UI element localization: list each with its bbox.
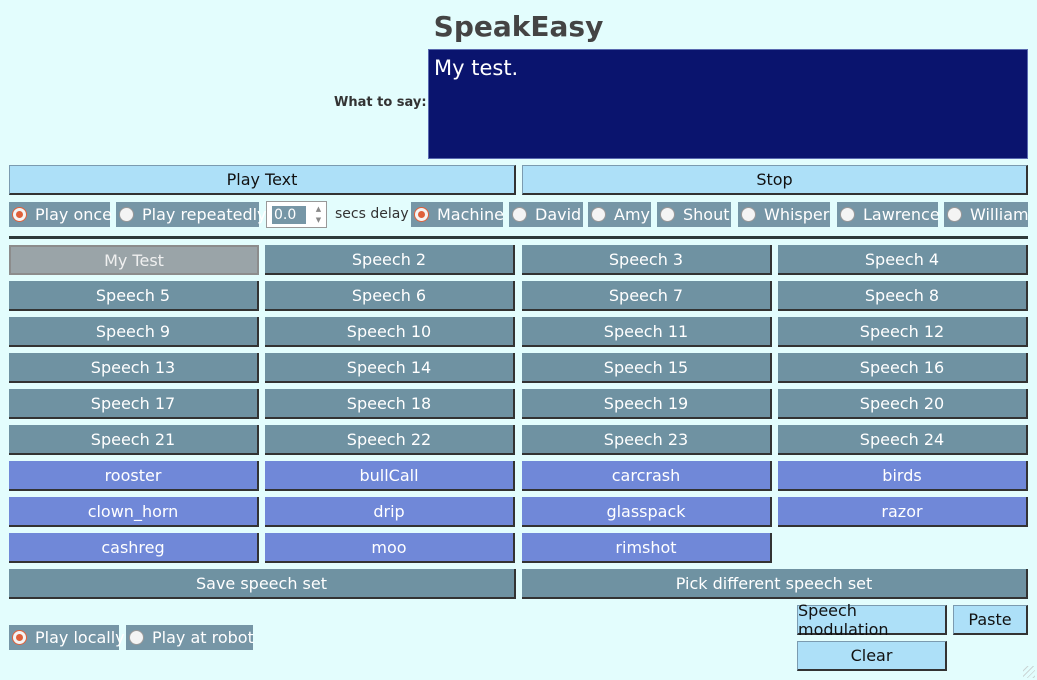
speech-button[interactable]: Speech 13 [9,353,259,383]
paste-button[interactable]: Paste [953,605,1028,635]
voice-label: Shout [683,205,730,224]
speech-button[interactable]: Speech 7 [522,281,772,311]
delay-value[interactable]: 0.0 [272,206,306,224]
stop-button[interactable]: Stop [522,165,1028,195]
voice-label: Whisper [764,205,830,224]
play-repeatedly-label: Play repeatedly [142,205,267,224]
speech-button[interactable]: Speech 15 [522,353,772,383]
speech-button[interactable]: Speech 8 [778,281,1028,311]
speech-button[interactable]: Speech 16 [778,353,1028,383]
speech-button[interactable]: Speech 12 [778,317,1028,347]
radio-unselected-icon [129,630,144,645]
radio-unselected-icon [947,207,962,222]
voice-amy-radio[interactable]: Amy [588,202,651,227]
sound-button[interactable]: bullCall [265,461,515,491]
radio-selected-icon [12,207,27,222]
play-text-button[interactable]: Play Text [9,165,516,195]
delay-spinbox[interactable]: 0.0 ▲ ▼ [266,201,327,228]
speech-button[interactable]: Speech 5 [9,281,259,311]
play-repeatedly-radio[interactable]: Play repeatedly [116,202,267,227]
radio-selected-icon [12,630,27,645]
play-locally-radio[interactable]: Play locally [9,625,125,650]
voice-shout-radio[interactable]: Shout [657,202,731,227]
voice-label: Machine [437,205,504,224]
sound-button[interactable]: carcrash [522,461,772,491]
speech-button[interactable]: Speech 18 [265,389,515,419]
radio-selected-icon [414,207,429,222]
speech-button[interactable]: Speech 20 [778,389,1028,419]
voice-whisper-radio[interactable]: Whisper [738,202,830,227]
sound-button[interactable]: cashreg [9,533,259,563]
spin-up-icon[interactable]: ▲ [313,204,324,214]
speech-button[interactable]: Speech 14 [265,353,515,383]
clear-button[interactable]: Clear [797,641,947,671]
spin-down-icon[interactable]: ▼ [313,215,324,225]
play-once-label: Play once [35,205,113,224]
sound-button[interactable]: moo [265,533,515,563]
speech-button[interactable]: Speech 11 [522,317,772,347]
app-title: SpeakEasy [433,10,604,43]
radio-unselected-icon [660,207,675,222]
speech-button[interactable]: Speech 21 [9,425,259,455]
sound-button[interactable]: clown_horn [9,497,259,527]
speech-modulation-button[interactable]: Speech modulation [797,601,947,639]
speech-button[interactable]: Speech 22 [265,425,515,455]
speech-button[interactable]: Speech 23 [522,425,772,455]
speech-button[interactable]: Speech 19 [522,389,772,419]
sound-button[interactable]: drip [265,497,515,527]
speech-button[interactable]: Speech 10 [265,317,515,347]
pick-speech-set-button[interactable]: Pick different speech set [522,569,1028,599]
speech-button[interactable]: Speech 24 [778,425,1028,455]
speech-button[interactable]: Speech 9 [9,317,259,347]
voice-label: David [535,205,582,224]
voice-label: William [970,205,1029,224]
voice-david-radio[interactable]: David [509,202,583,227]
play-once-radio[interactable]: Play once [9,202,113,227]
radio-unselected-icon [741,207,756,222]
voice-label: Lawrence [863,205,940,224]
voice-lawrence-radio[interactable]: Lawrence [837,202,940,227]
radio-unselected-icon [840,207,855,222]
what-to-say-label: What to say: [334,95,427,110]
sound-button[interactable]: razor [778,497,1028,527]
voice-machine-radio[interactable]: Machine [411,202,504,227]
voice-label: Amy [614,205,650,224]
delay-label: secs delay [335,206,409,222]
resize-grip-icon[interactable] [1023,666,1035,678]
radio-unselected-icon [119,207,134,222]
radio-unselected-icon [591,207,606,222]
speech-button[interactable]: My Test [9,245,259,275]
play-at-robot-label: Play at robot [152,628,254,647]
save-speech-set-button[interactable]: Save speech set [9,569,516,599]
speech-button[interactable]: Speech 6 [265,281,515,311]
sound-button[interactable]: rooster [9,461,259,491]
divider [9,236,1028,239]
what-to-say-input[interactable]: My test. [428,49,1028,159]
sound-button[interactable]: glasspack [522,497,772,527]
play-locally-label: Play locally [35,628,125,647]
speech-button[interactable]: Speech 3 [522,245,772,275]
voice-william-radio[interactable]: William [944,202,1029,227]
speech-button[interactable]: Speech 4 [778,245,1028,275]
speech-button[interactable]: Speech 17 [9,389,259,419]
sound-button[interactable]: rimshot [522,533,772,563]
sound-button[interactable]: birds [778,461,1028,491]
radio-unselected-icon [512,207,527,222]
speech-button[interactable]: Speech 2 [265,245,515,275]
play-at-robot-radio[interactable]: Play at robot [126,625,254,650]
